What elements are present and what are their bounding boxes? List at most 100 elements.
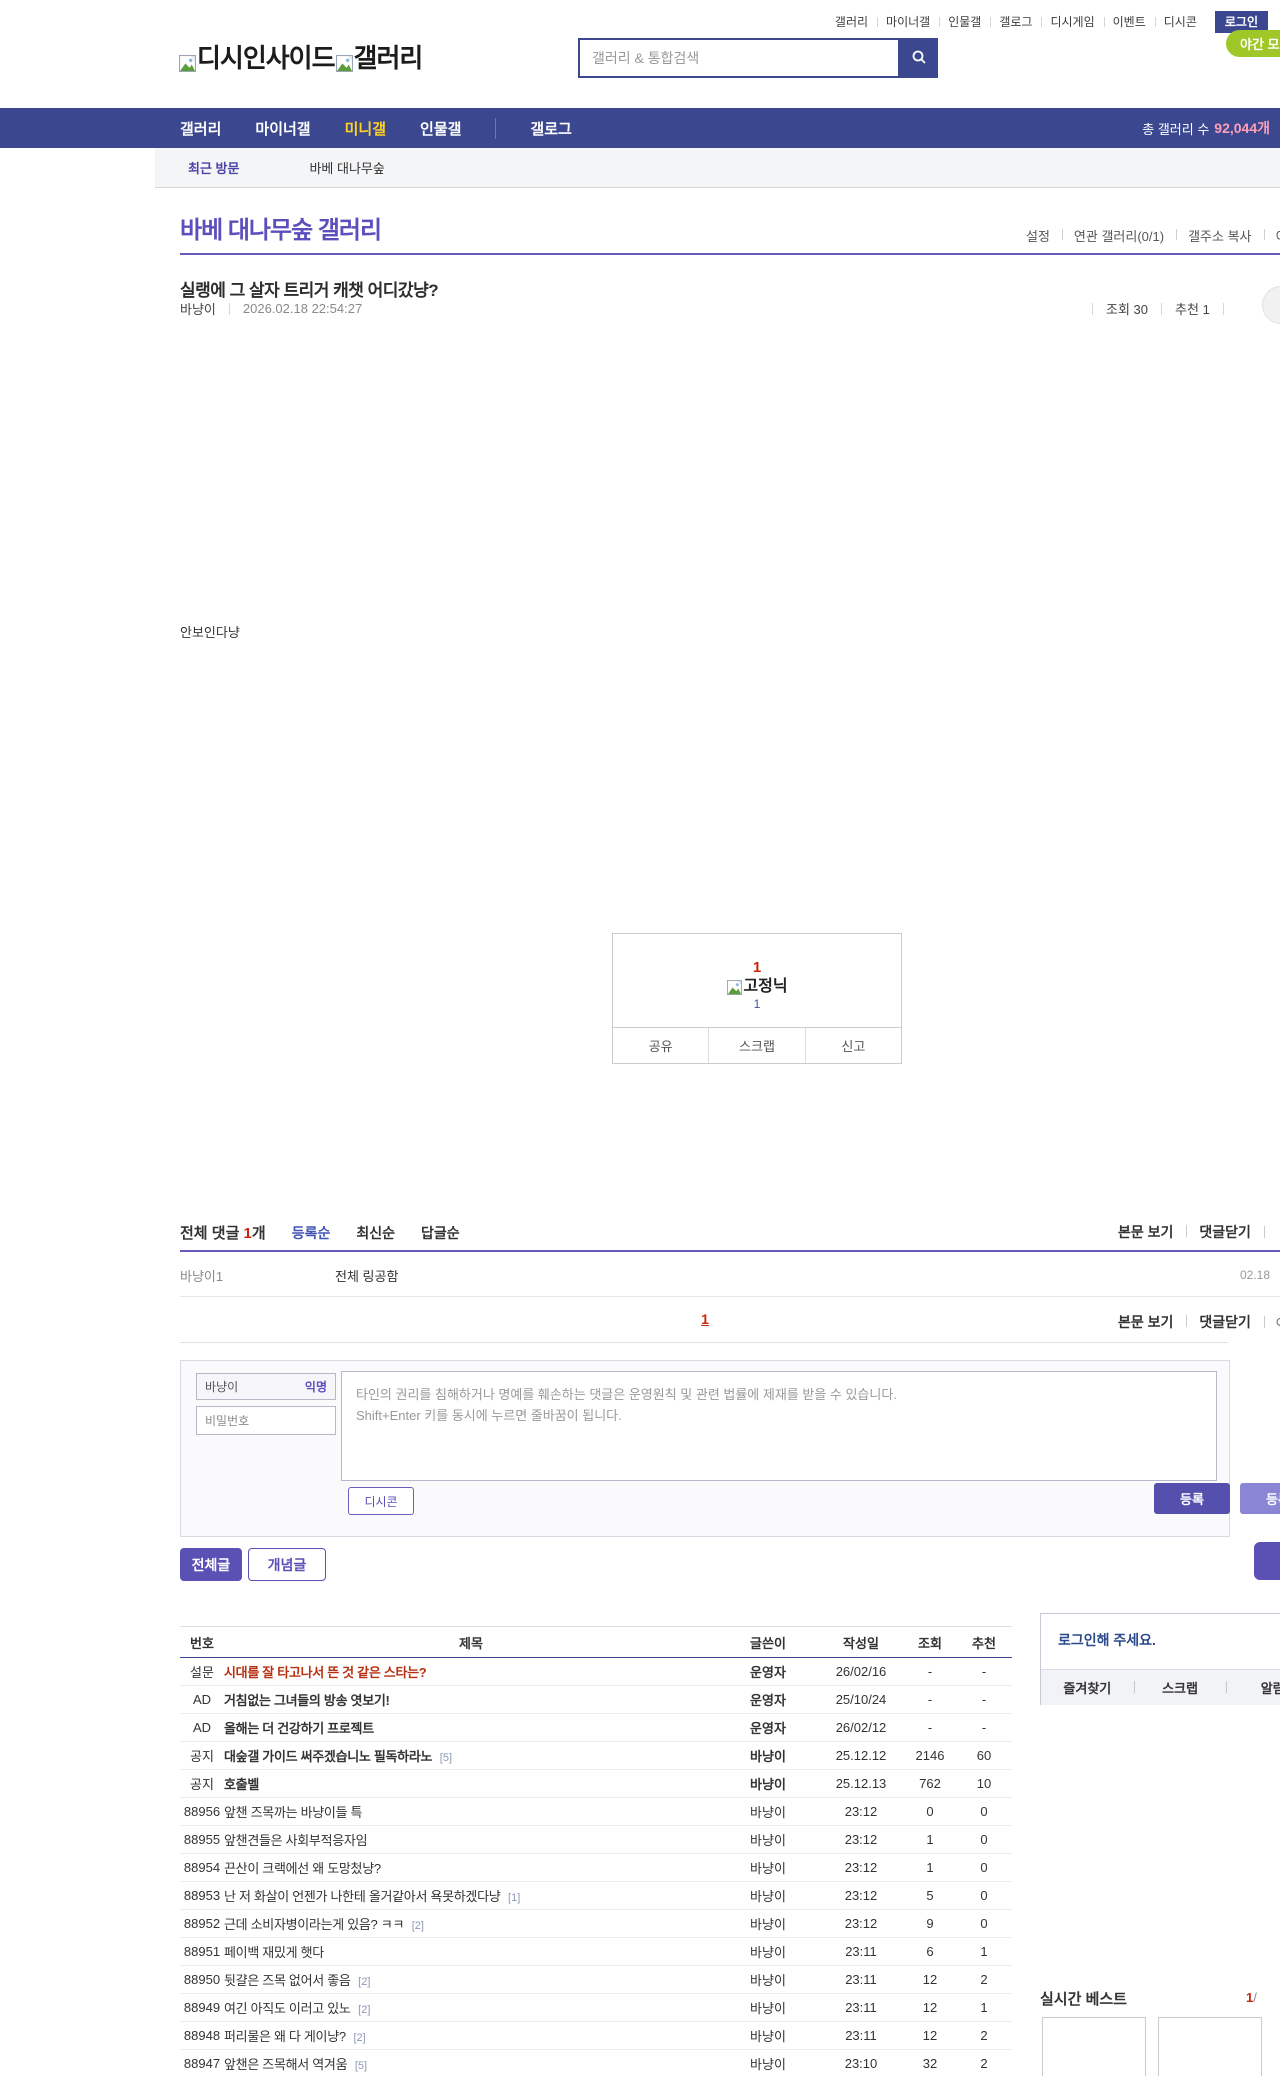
writer-sub-count: 1 <box>753 997 761 1011</box>
search-button[interactable] <box>900 38 938 78</box>
post-recs-cell: 2 <box>956 2021 1012 2050</box>
gallery-utility-link[interactable]: 설정 <box>1014 226 1062 245</box>
post-link[interactable]: 뒷걀은 즈목 없어서 좋음 <box>224 1973 351 1988</box>
recent-visit-gallery[interactable]: 바베 대나무숲 <box>309 158 384 177</box>
sidebar-tab[interactable]: 알림 <box>1226 1670 1280 1705</box>
comment-page-1[interactable]: 1 <box>701 1311 709 1327</box>
post-writer-cell[interactable]: 운영자 <box>718 1657 818 1686</box>
main-nav-item[interactable]: 갤로그 <box>495 117 572 139</box>
logo-text-gallery: 갤러리 <box>353 43 424 73</box>
gallery-utility-link[interactable]: 갤주소 복사 <box>1176 226 1263 245</box>
site-logo[interactable]: 디시인사이드 갤러리 <box>178 38 424 75</box>
refresh-icon[interactable]: ⟳ <box>1276 1314 1280 1331</box>
post-link[interactable]: 앞챈견들은 사회부적응자임 <box>224 1833 368 1848</box>
sidebar-tab[interactable]: 즐겨찾기 <box>1041 1670 1134 1705</box>
concept-posts-button[interactable]: 개념글 <box>248 1548 326 1581</box>
main-nav-item[interactable]: 갤러리 <box>180 118 221 139</box>
post-writer-cell[interactable]: 바냥이 <box>718 1825 818 1854</box>
post-recs-cell: - <box>956 1657 1012 1686</box>
post-writer-cell[interactable]: 바냥이 <box>718 2021 818 2050</box>
main-nav-item[interactable]: 미니갤 <box>345 118 386 139</box>
post-link[interactable]: 올해는 더 건강하기 프로젝트 <box>224 1721 374 1736</box>
write-post-button[interactable]: 글쓰기 <box>1254 1542 1280 1580</box>
post-link[interactable]: 퍼리물은 왜 다 게이냥? <box>224 2029 346 2044</box>
top-link[interactable]: 이벤트 <box>1103 12 1155 32</box>
post-link[interactable]: 페이백 재밌게 햇다 <box>224 1945 324 1960</box>
search-input[interactable] <box>580 50 898 66</box>
top-link[interactable]: 마이너갤 <box>877 12 939 32</box>
comment-sort-tab[interactable]: 최신순 <box>356 1223 395 1243</box>
post-link[interactable]: 거침없는 그녀들의 방송 엿보기! <box>224 1693 390 1708</box>
scrap-button[interactable]: 스크랩 <box>708 1028 804 1063</box>
comment-sort-tab[interactable]: 등록순 <box>292 1223 331 1243</box>
table-row: AD 올해는 더 건강하기 프로젝트 운영자 26/02/12 - - <box>180 1713 1012 1742</box>
post-recs-cell: 0 <box>956 1881 1012 1910</box>
top-link[interactable]: 디시콘 <box>1154 12 1206 32</box>
post-link[interactable]: 난 저 화살이 언젠가 나한테 올거같아서 욕못하겠다냥 <box>224 1889 501 1904</box>
post-link[interactable]: 앞챈 즈목까는 바냥이들 특 <box>224 1805 363 1820</box>
comment-nickname[interactable]: 바냥이1 <box>180 1266 223 1285</box>
post-writer-cell[interactable]: 바냥이 <box>718 1909 818 1938</box>
post-link[interactable]: 여긴 아직도 이러고 있노 <box>224 2001 351 2016</box>
post-writer-cell[interactable]: 운영자 <box>718 1713 818 1742</box>
realtime-best-pagination[interactable]: 1/ <box>1246 1990 1257 2005</box>
post-link[interactable]: 끈산이 크랙에선 왜 도망첬냥? <box>224 1861 381 1876</box>
post-writer-cell[interactable]: 바냥이 <box>718 1993 818 2022</box>
post-link[interactable]: 호출벨 <box>224 1777 259 1792</box>
view-post-link[interactable]: 본문 보기 <box>1105 1312 1186 1332</box>
post-writer-cell[interactable]: 바냥이 <box>718 1769 818 1798</box>
post-number: 88952 <box>180 1909 224 1938</box>
top-link[interactable]: 인물갤 <box>939 12 990 32</box>
comment-submit-button-secondary[interactable]: 등록 <box>1240 1483 1280 1514</box>
comment-textarea[interactable]: 타인의 권리를 침해하거나 명예를 훼손하는 댓글은 운영원칙 및 관련 법률에… <box>341 1371 1217 1481</box>
best-thumbnail[interactable] <box>1042 2017 1146 2076</box>
top-link[interactable]: 갤로그 <box>990 12 1041 32</box>
post-writer-cell[interactable]: 바냥이 <box>718 1881 818 1910</box>
post-extra-circle-button[interactable] <box>1262 286 1280 324</box>
post-views-cell: 1 <box>904 1825 956 1854</box>
post-link[interactable]: 근데 소비자병이라는게 있음? ㅋㅋ <box>224 1917 404 1932</box>
post-link[interactable]: 시대를 잘 타고나서 뜬 것 같은 스타는? <box>224 1665 427 1680</box>
comment-sort-tab[interactable]: 답글순 <box>421 1223 460 1243</box>
main-nav-item[interactable]: 인물갤 <box>420 118 461 139</box>
view-post-link[interactable]: 본문 보기 <box>1105 1222 1186 1242</box>
best-thumbnail[interactable] <box>1158 2017 1262 2076</box>
gallery-utility-link[interactable]: 이용안내 <box>1263 226 1280 245</box>
post-list-header-cell: 조회 <box>904 1626 956 1658</box>
report-button[interactable]: 신고 <box>804 1028 901 1063</box>
main-nav-item[interactable]: 마이너갤 <box>255 118 310 139</box>
dccon-button[interactable]: 디시콘 <box>348 1487 414 1515</box>
post-writer-cell[interactable]: 바냥이 <box>718 2049 818 2076</box>
post-writer-cell[interactable]: 바냥이 <box>718 1937 818 1966</box>
all-posts-button[interactable]: 전체글 <box>180 1548 242 1581</box>
sidebar-tab[interactable]: 스크랩 <box>1133 1670 1227 1705</box>
gallery-utility-link[interactable]: 연관 갤러리(0/1) <box>1061 226 1176 245</box>
post-number: 88955 <box>180 1825 224 1854</box>
comment-password-field[interactable] <box>196 1406 336 1435</box>
post-list-board: 번호 제목 글쓴이 작성일 조회 추천 설문 시대를 잘 타고나서 뜬 것 같은… <box>180 1626 1012 2076</box>
post-views-cell: 1 <box>904 1853 956 1882</box>
comment-submit-button[interactable]: 등록 <box>1154 1483 1230 1514</box>
comment-name-field[interactable]: 바냥이 익명 <box>196 1373 336 1400</box>
night-mode-toggle[interactable]: 야간 모드 <box>1226 30 1280 57</box>
post-date-cell: 23:12 <box>818 1881 904 1910</box>
share-button[interactable]: 공유 <box>613 1028 708 1063</box>
comment-date: 02.18 <box>1240 1268 1271 1282</box>
post-number: 88954 <box>180 1853 224 1882</box>
post-link[interactable]: 앞챈은 즈목해서 역겨움 <box>224 2057 348 2072</box>
post-date-cell: 25/10/24 <box>818 1685 904 1714</box>
top-link[interactable]: 디시게임 <box>1041 12 1103 32</box>
post-writer-cell[interactable]: 바냥이 <box>718 1741 818 1770</box>
close-comments-link[interactable]: 댓글닫기 <box>1186 1222 1264 1242</box>
post-date-cell: 25.12.13 <box>818 1769 904 1798</box>
post-link[interactable]: 대숲갤 가이드 써주겠습니노 필독하라노 <box>224 1749 432 1764</box>
top-link[interactable]: 갤러리 <box>826 12 877 32</box>
post-writer[interactable]: 바냥이 <box>180 299 216 318</box>
gallery-title[interactable]: 바베 대나무숲 갤러리 <box>180 210 382 245</box>
close-comments-link[interactable]: 댓글닫기 <box>1186 1312 1264 1332</box>
post-writer-cell[interactable]: 바냥이 <box>718 1853 818 1882</box>
post-writer-cell[interactable]: 바냥이 <box>718 1797 818 1826</box>
post-writer-cell[interactable]: 바냥이 <box>718 1965 818 1994</box>
post-top-border <box>180 253 1280 255</box>
post-writer-cell[interactable]: 운영자 <box>718 1685 818 1714</box>
